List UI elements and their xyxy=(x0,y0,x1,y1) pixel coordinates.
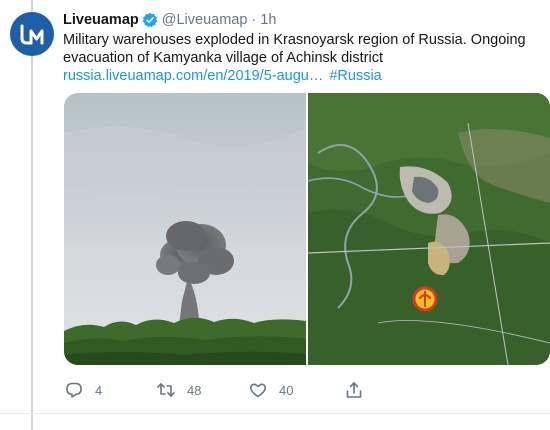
tweet-text: Military warehouses exploded in Krasnoya… xyxy=(63,31,533,85)
reply-count: 4 xyxy=(95,382,103,398)
reply-icon xyxy=(66,382,82,398)
retweet-icon xyxy=(157,383,175,397)
tweet-timestamp[interactable]: 1h xyxy=(260,12,276,28)
display-name[interactable]: Liveuamap xyxy=(63,12,139,28)
tweet-actions: 4 48 40 xyxy=(64,380,364,400)
tweet-divider xyxy=(0,413,550,414)
share-button[interactable] xyxy=(344,380,364,400)
avatar[interactable] xyxy=(10,12,54,56)
satellite-map-photo[interactable] xyxy=(308,93,550,365)
tweet-text-line-3: russia.liveuamap.com/en/2019/5-augu… #Rus… xyxy=(63,67,533,85)
share-icon xyxy=(346,382,362,398)
like-count: 40 xyxy=(279,382,294,398)
tweet-text-line-2: evacuation of Kamyanka village of Achins… xyxy=(63,50,383,66)
liveuamap-logo-icon xyxy=(20,24,44,45)
explosion-photo[interactable] xyxy=(64,93,306,365)
separator-dot: · xyxy=(251,12,257,28)
user-handle[interactable]: @Liveuamap xyxy=(162,12,248,28)
heart-icon xyxy=(249,383,267,398)
tweet-text-line-1: Military warehouses exploded in Krasnoya… xyxy=(63,32,526,48)
retweet-count: 48 xyxy=(187,382,202,398)
retweet-button[interactable]: 48 xyxy=(156,380,201,400)
like-button[interactable]: 40 xyxy=(248,380,293,400)
tweet-media[interactable] xyxy=(64,93,550,365)
verified-badge-icon xyxy=(142,12,158,28)
tweet-link[interactable]: russia.liveuamap.com/en/2019/5-augu… xyxy=(63,68,323,84)
thread-line xyxy=(31,0,33,430)
reply-button[interactable]: 4 xyxy=(64,380,102,400)
tweet-header: Liveuamap @Liveuamap · 1h xyxy=(63,10,276,30)
hashtag-russia[interactable]: #Russia xyxy=(329,68,381,84)
location-marker-icon[interactable] xyxy=(412,286,438,312)
